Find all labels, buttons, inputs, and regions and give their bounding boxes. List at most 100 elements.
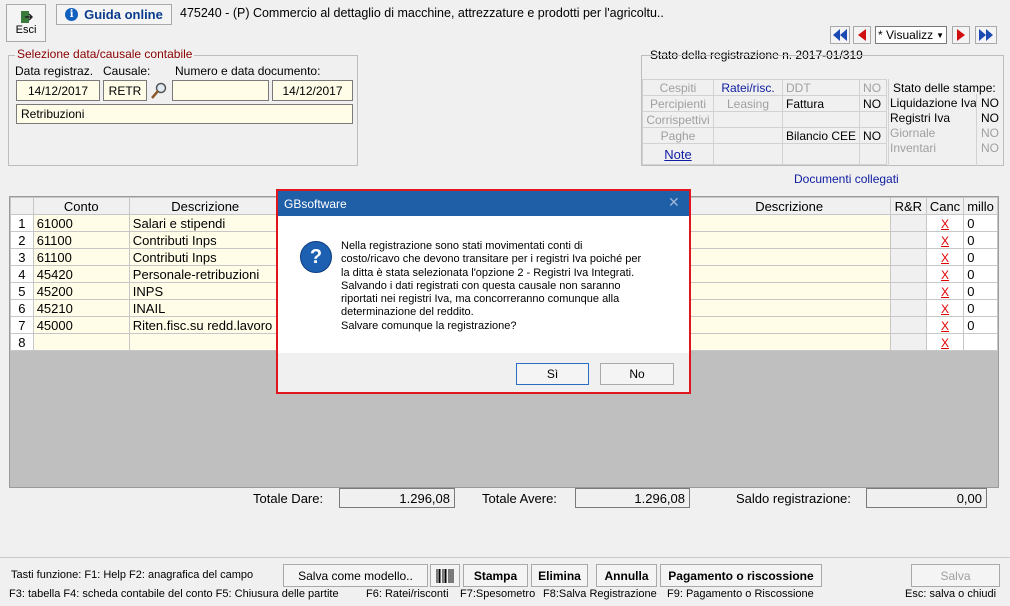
save-button[interactable]: Salva: [911, 564, 1000, 587]
linked-documents-link[interactable]: Documenti collegati: [794, 172, 899, 186]
descrizione-2-cell[interactable]: [687, 248, 891, 266]
search-icon[interactable]: [150, 82, 168, 103]
barcode-button[interactable]: [430, 564, 460, 587]
conto-cell[interactable]: [32, 333, 130, 351]
delete-row-icon[interactable]: X: [941, 268, 949, 282]
descrizione-2-cell[interactable]: [687, 333, 891, 351]
descrizione-cell[interactable]: Salari e stipendi: [128, 214, 282, 232]
function-key-esc: Esc: salva o chiudi: [905, 588, 997, 600]
row-number: 1: [10, 214, 34, 232]
descrizione-cell[interactable]: Contributi Inps: [128, 248, 282, 266]
dialog-titlebar: GBsoftware ✕: [278, 191, 689, 216]
delete-row-icon[interactable]: X: [941, 336, 949, 350]
conto-cell[interactable]: 45420: [32, 265, 130, 283]
rr-cell: [889, 231, 927, 249]
total-avere-value: 1.296,08: [575, 488, 690, 508]
delete-row-icon[interactable]: X: [941, 251, 949, 265]
delete-row-icon[interactable]: X: [941, 217, 949, 231]
conto-cell[interactable]: 45200: [32, 282, 130, 300]
description-field[interactable]: Retribuzioni: [16, 104, 353, 124]
dialog-message: Nella registrazione sono stati movimenta…: [341, 240, 681, 333]
conto-cell[interactable]: 61100: [32, 248, 130, 266]
payment-button[interactable]: Pagamento o riscossione: [660, 564, 822, 587]
descrizione-2-cell[interactable]: [687, 265, 891, 283]
canc-cell[interactable]: X: [925, 333, 965, 351]
millo-cell[interactable]: 0: [963, 282, 998, 300]
canc-cell[interactable]: X: [925, 214, 965, 232]
row-number: 5: [10, 282, 34, 300]
cancel-button[interactable]: Annulla: [596, 564, 657, 587]
last-record-button[interactable]: [975, 26, 997, 44]
canc-cell[interactable]: X: [925, 248, 965, 266]
descrizione-2-cell[interactable]: [687, 214, 891, 232]
row-number: 3: [10, 248, 34, 266]
view-select[interactable]: * Visualizz ▼: [875, 26, 947, 44]
descrizione-2-cell[interactable]: [687, 316, 891, 334]
note-link[interactable]: Note: [664, 147, 691, 162]
document-number-field[interactable]: [172, 80, 269, 101]
prev-record-button[interactable]: [853, 26, 871, 44]
descrizione-cell[interactable]: Riten.fisc.su redd.lavoro: [128, 316, 282, 334]
selection-group-title: Selezione data/causale contabile: [15, 47, 195, 61]
descrizione-2-cell[interactable]: [687, 231, 891, 249]
print-status-title: Stato delle stampe:: [893, 81, 996, 95]
conto-cell[interactable]: 45210: [32, 299, 130, 317]
next-record-button[interactable]: [952, 26, 970, 44]
canc-cell[interactable]: X: [925, 265, 965, 283]
causal-field[interactable]: RETR: [103, 80, 147, 101]
ddt-cell: DDT: [781, 79, 861, 96]
descrizione-cell[interactable]: INPS: [128, 282, 282, 300]
document-date-field[interactable]: 14/12/2017: [272, 80, 353, 101]
print-button[interactable]: Stampa: [463, 564, 528, 587]
dialog-message-line: Salvando i dati registrati con questa ca…: [341, 279, 621, 292]
delete-row-icon[interactable]: X: [941, 319, 949, 333]
rr-cell: [889, 248, 927, 266]
no-button[interactable]: No: [600, 363, 674, 385]
descrizione-cell[interactable]: [128, 333, 282, 351]
date-field[interactable]: 14/12/2017: [16, 80, 100, 101]
col-descrizione: Descrizione: [128, 197, 282, 215]
delete-button[interactable]: Elimina: [531, 564, 588, 587]
conto-cell[interactable]: 45000: [32, 316, 130, 334]
millo-cell[interactable]: 0: [963, 248, 998, 266]
delete-row-icon[interactable]: X: [941, 234, 949, 248]
descrizione-cell[interactable]: INAIL: [128, 299, 282, 317]
function-key-f8: F8:Salva Registrazione: [543, 588, 657, 600]
guide-online-button[interactable]: i Guida online: [56, 4, 172, 25]
fattura-cell: Fattura: [781, 95, 861, 112]
canc-cell[interactable]: X: [925, 282, 965, 300]
millo-cell[interactable]: 0: [963, 231, 998, 249]
yes-button[interactable]: Sì: [516, 363, 589, 385]
millo-cell[interactable]: 0: [963, 214, 998, 232]
millo-cell[interactable]: 0: [963, 265, 998, 283]
corrispettivi-cell: Corrispettivi: [642, 111, 714, 128]
function-key-f6: F6: Ratei/risconti: [366, 588, 449, 600]
question-icon: ?: [300, 241, 332, 273]
millo-cell[interactable]: 0: [963, 316, 998, 334]
canc-cell[interactable]: X: [925, 316, 965, 334]
row-number: 6: [10, 299, 34, 317]
descrizione-cell[interactable]: Personale-retribuzioni: [128, 265, 282, 283]
fattura-value: NO: [859, 95, 888, 112]
status-table: Cespiti Ratei/risc. DDT NO Percipienti L…: [642, 79, 888, 165]
first-record-button[interactable]: [830, 26, 850, 44]
close-icon[interactable]: ✕: [668, 194, 680, 211]
millo-cell[interactable]: 0: [963, 299, 998, 317]
row-number: 2: [10, 231, 34, 249]
descrizione-2-cell[interactable]: [687, 299, 891, 317]
canc-cell[interactable]: X: [925, 299, 965, 317]
descrizione-cell[interactable]: Contributi Inps: [128, 231, 282, 249]
conto-cell[interactable]: 61000: [32, 214, 130, 232]
exit-icon: [21, 11, 33, 23]
rr-cell: [889, 316, 927, 334]
delete-row-icon[interactable]: X: [941, 285, 949, 299]
bilancio-cell: Bilancio CEE: [781, 127, 861, 144]
exit-button[interactable]: Esci: [6, 4, 46, 42]
col-rr: R&R: [889, 197, 927, 215]
delete-row-icon[interactable]: X: [941, 302, 949, 316]
save-as-model-button[interactable]: Salva come modello..: [283, 564, 428, 587]
conto-cell[interactable]: 61100: [32, 231, 130, 249]
descrizione-2-cell[interactable]: [687, 282, 891, 300]
millo-cell[interactable]: [963, 333, 998, 351]
canc-cell[interactable]: X: [925, 231, 965, 249]
